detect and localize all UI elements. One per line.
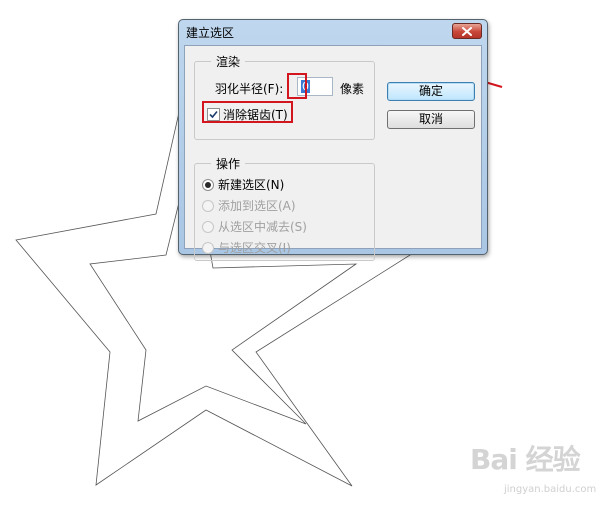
radio-subtract-from-selection[interactable] — [202, 221, 214, 233]
baidu-watermark-url: jingyan.baidu.com — [504, 484, 597, 495]
ok-button[interactable]: 确定 — [387, 82, 475, 101]
dialog-titlebar[interactable]: 建立选区 — [179, 20, 487, 44]
feather-unit-label: 像素 — [340, 82, 365, 96]
radio-intersect-selection[interactable] — [202, 242, 214, 254]
intersect-selection-label: 与选区交叉(I) — [218, 241, 291, 255]
operation-group-legend: 操作 — [211, 155, 246, 172]
make-selection-dialog: 建立选区 渲染 羽化半径(F): 0 像素 消除锯齿(T) 操作 新建选区(N)… — [178, 19, 488, 261]
radio-new-selection[interactable] — [202, 179, 214, 191]
radio-add-to-selection[interactable] — [202, 200, 214, 212]
feather-input-highlight — [287, 73, 307, 99]
dialog-body: 渲染 羽化半径(F): 0 像素 消除锯齿(T) 操作 新建选区(N) 添加到选… — [184, 45, 482, 261]
antialias-highlight — [202, 101, 293, 123]
add-to-selection-label: 添加到选区(A) — [218, 199, 296, 213]
render-group-legend: 渲染 — [211, 53, 246, 70]
dialog-title: 建立选区 — [186, 26, 235, 40]
baidu-watermark: Bai 经验 — [470, 443, 581, 476]
close-icon — [462, 26, 472, 36]
cancel-button[interactable]: 取消 — [387, 110, 475, 129]
subtract-from-selection-label: 从选区中减去(S) — [218, 220, 307, 234]
close-button[interactable] — [452, 23, 482, 39]
new-selection-label: 新建选区(N) — [218, 178, 285, 192]
feather-radius-label: 羽化半径(F): — [215, 82, 284, 96]
